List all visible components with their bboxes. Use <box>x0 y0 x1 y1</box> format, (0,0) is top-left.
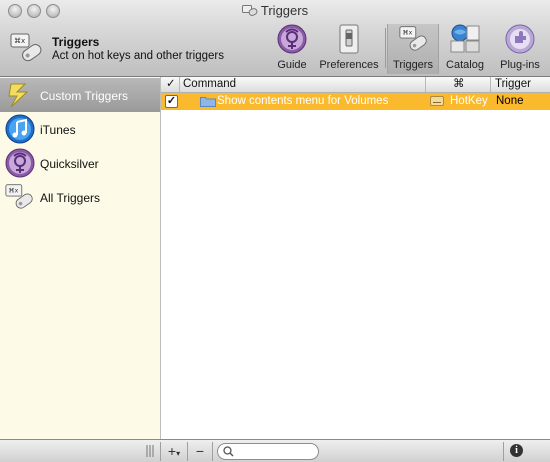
folder-icon <box>200 97 216 107</box>
lightning-icon <box>8 83 29 108</box>
info-icon: i <box>515 445 518 456</box>
toolbar-guide[interactable]: Guide <box>272 24 312 74</box>
column-divider <box>425 77 426 92</box>
bottom-separator <box>187 442 188 461</box>
triggers-icon <box>241 5 258 16</box>
triggers-table: ✓ Command ⌘ Trigger ✓ Show contents menu… <box>161 77 550 439</box>
svg-text:⌘x: ⌘x <box>403 30 413 37</box>
resize-handle-icon[interactable] <box>146 445 154 457</box>
search-field[interactable] <box>217 443 319 460</box>
title-toolbar: Triggers ⌘x Triggers Act on hot keys and… <box>0 0 550 77</box>
add-button[interactable]: +▾ <box>162 442 186 461</box>
keyboard-icon <box>430 96 444 106</box>
toolbar-plugins[interactable]: Plug-ins <box>494 24 546 74</box>
column-divider <box>179 77 180 92</box>
row-trigger: None <box>496 95 524 107</box>
header-text: Triggers Act on hot keys and other trigg… <box>52 35 224 63</box>
search-icon <box>223 446 234 457</box>
search-input[interactable] <box>236 444 312 457</box>
triggers-window: Triggers ⌘x Triggers Act on hot keys and… <box>0 0 550 462</box>
triggers-icon: ⌘x <box>10 33 42 62</box>
toolbar-preferences[interactable]: Preferences <box>316 24 382 74</box>
sidebar-item-custom-triggers[interactable]: Custom Triggers <box>0 78 160 112</box>
column-divider <box>490 77 491 92</box>
add-button-label: + <box>167 443 177 459</box>
toolbar-catalog[interactable]: Catalog <box>441 24 489 74</box>
table-row[interactable]: ✓ Show contents menu for Volumes HotKey … <box>161 93 550 110</box>
sidebar-item-itunes[interactable]: iTunes <box>0 112 160 146</box>
table-header: ✓ Command ⌘ Trigger <box>161 77 550 93</box>
quicksilver-icon <box>5 148 35 178</box>
sidebar-item-quicksilver[interactable]: Quicksilver <box>0 146 160 180</box>
svg-text:⌘x: ⌘x <box>9 188 19 195</box>
sidebar: Custom Triggers iTunes Quicksilver ⌘x Al… <box>0 77 161 439</box>
catalog-icon <box>450 24 480 53</box>
remove-button[interactable]: − <box>189 442 211 461</box>
toolbar-triggers-label: Triggers <box>393 59 433 71</box>
bottom-separator <box>503 442 504 461</box>
window-title-text: Triggers <box>260 3 309 18</box>
sidebar-item-label: All Triggers <box>40 191 101 205</box>
row-command: Show contents menu for Volumes <box>217 95 389 107</box>
quicksilver-icon <box>277 24 307 54</box>
triggers-icon: ⌘x <box>5 184 33 209</box>
toolbar-triggers[interactable]: ⌘x Triggers <box>387 24 439 74</box>
column-header-command[interactable]: Command <box>183 78 236 91</box>
bottom-separator <box>160 442 161 461</box>
remove-button-label: − <box>195 443 205 459</box>
sidebar-item-label: Custom Triggers <box>40 89 129 103</box>
itunes-icon <box>5 114 35 144</box>
plugin-icon <box>505 24 535 54</box>
header-title: Triggers <box>52 35 100 49</box>
row-shortcut: HotKey <box>450 95 488 107</box>
sidebar-item-all-triggers[interactable]: ⌘x All Triggers <box>0 180 160 214</box>
toolbar-plugins-label: Plug-ins <box>500 59 540 71</box>
add-menu-chevron: ▾ <box>176 449 181 458</box>
bottom-separator <box>212 442 213 461</box>
sidebar-item-label: iTunes <box>40 123 76 137</box>
column-header-trigger[interactable]: Trigger <box>495 78 531 91</box>
info-button[interactable]: i <box>510 444 523 457</box>
switch-icon <box>339 24 359 54</box>
bottom-bar: +▾ − i <box>0 439 550 462</box>
column-header-shortcut[interactable]: ⌘ <box>453 78 465 91</box>
toolbar-catalog-label: Catalog <box>446 59 484 71</box>
row-enabled-checkbox[interactable]: ✓ <box>165 95 178 108</box>
toolbar-separator <box>385 28 386 68</box>
triggers-icon: ⌘x <box>399 26 427 51</box>
column-header-enabled[interactable]: ✓ <box>166 78 176 91</box>
toolbar-guide-label: Guide <box>277 59 307 71</box>
toolbar-preferences-label: Preferences <box>319 59 379 71</box>
window-title: Triggers <box>0 3 550 18</box>
sidebar-item-label: Quicksilver <box>40 157 99 171</box>
header-subtitle: Act on hot keys and other triggers <box>52 50 224 62</box>
svg-text:⌘x: ⌘x <box>14 37 25 45</box>
